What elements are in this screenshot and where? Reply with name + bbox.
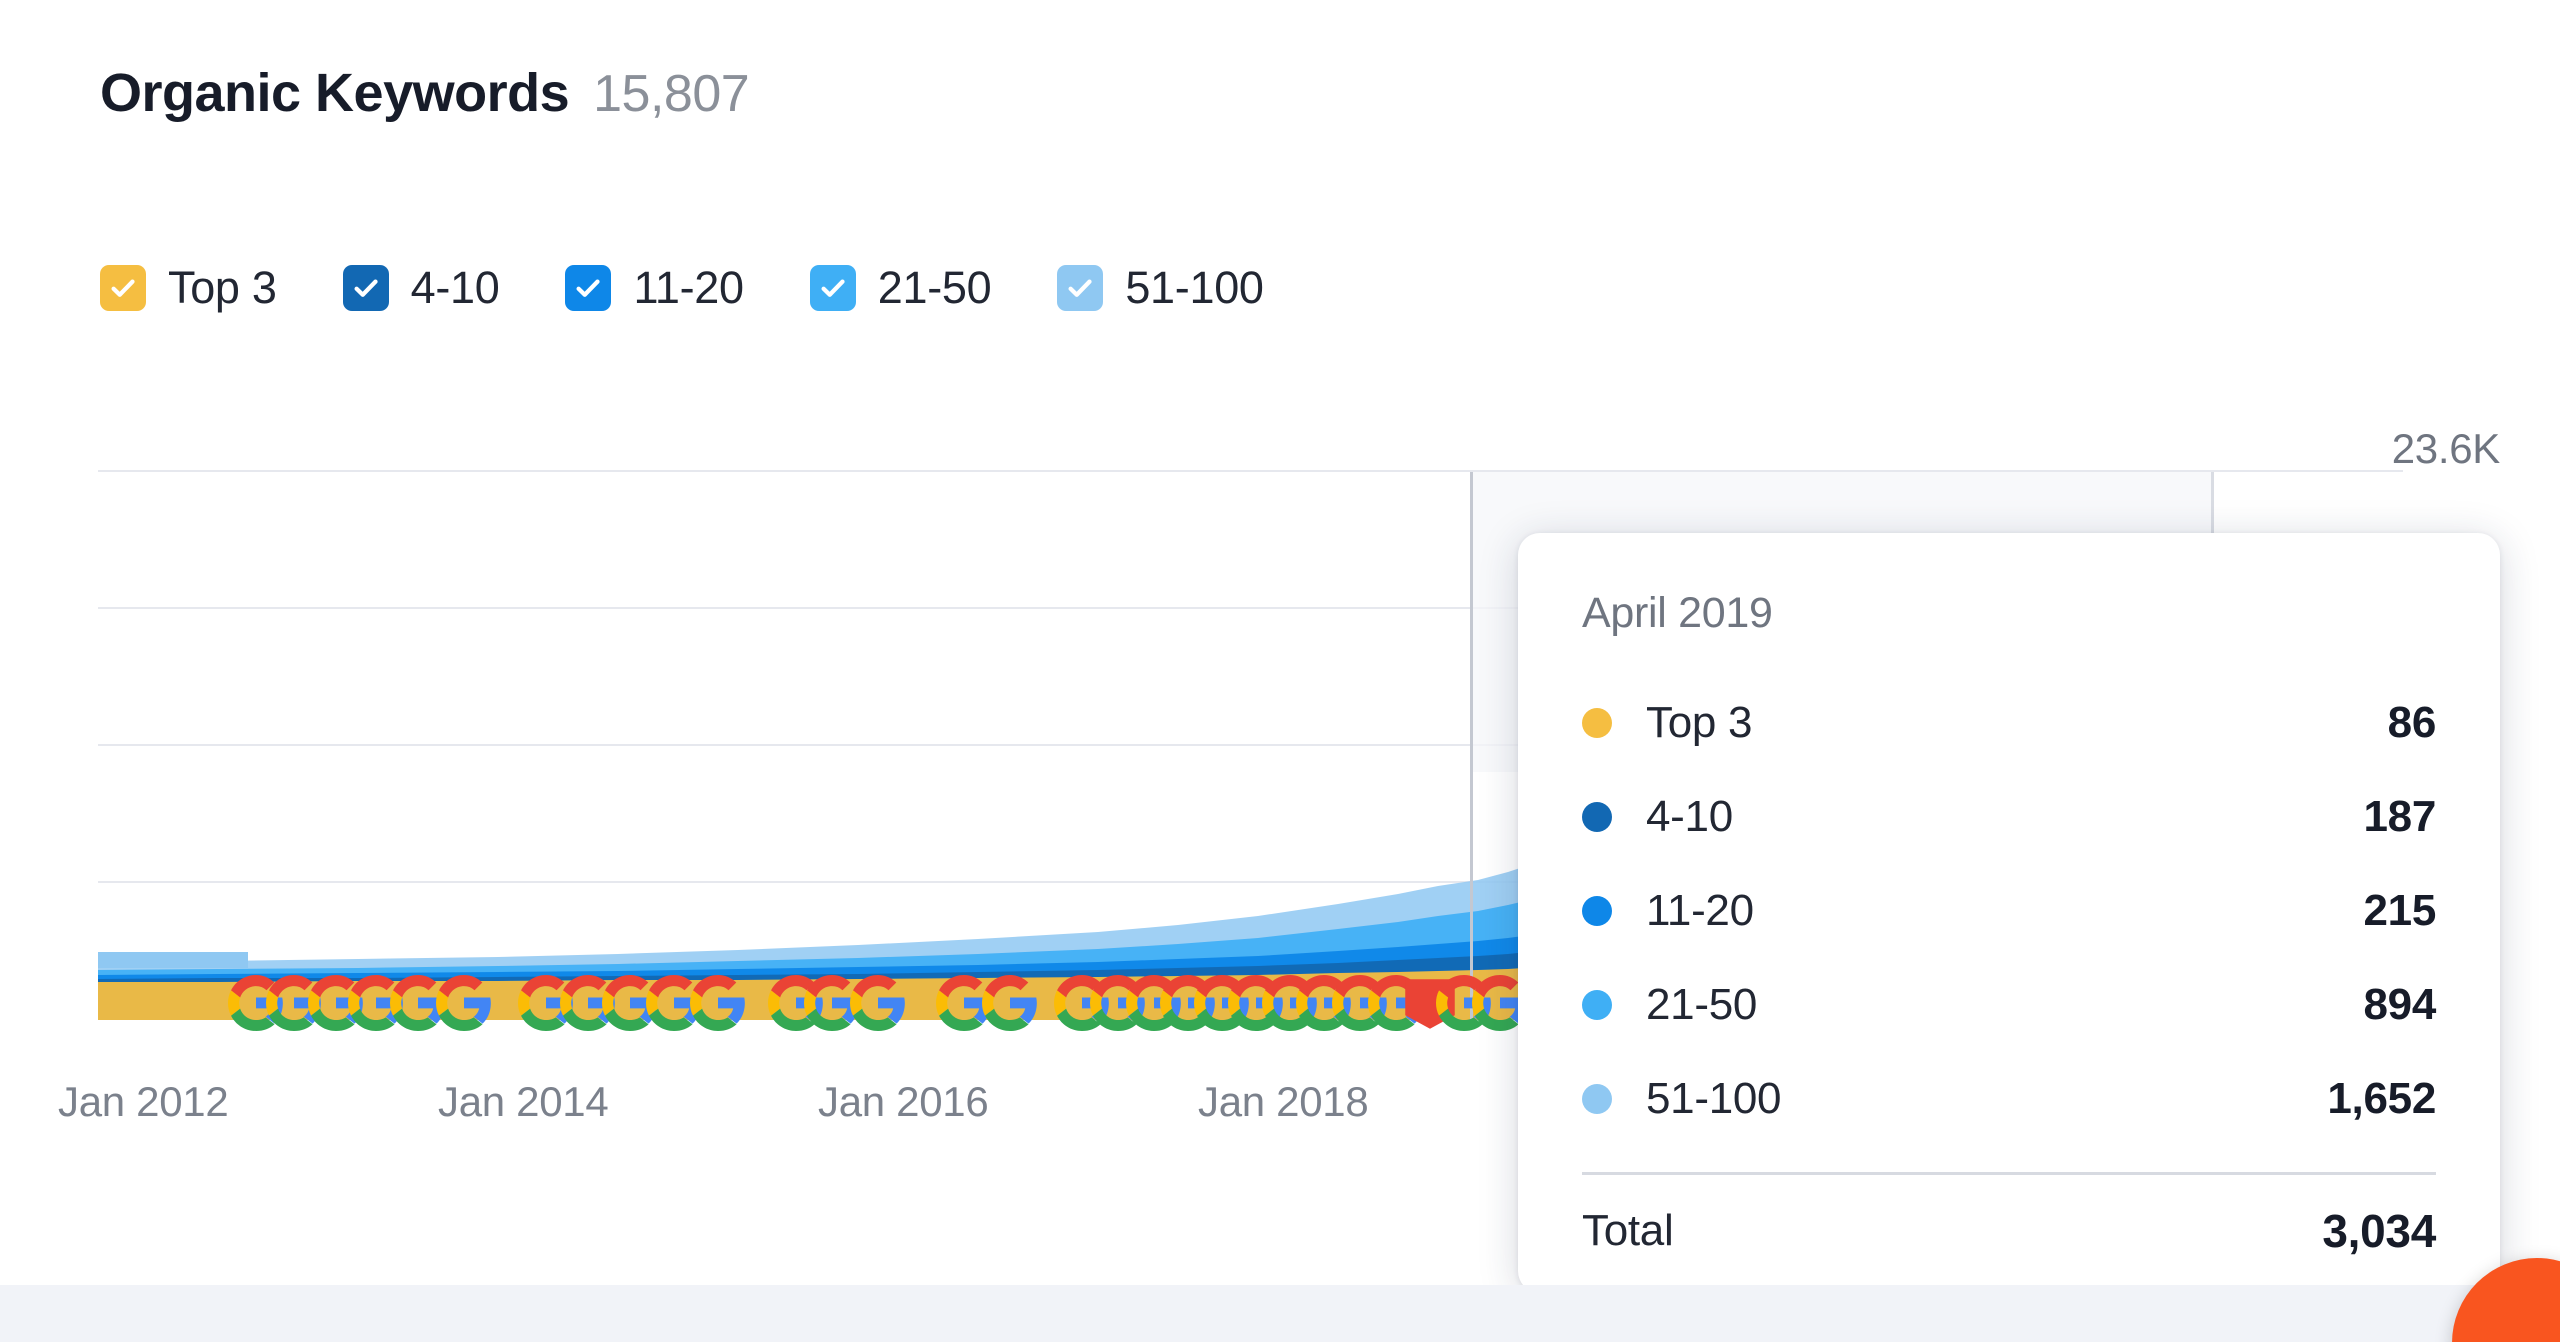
tooltip-total-label: Total [1582,1206,1674,1255]
legend-item-top-3[interactable]: Top 3 [100,262,277,314]
tooltip-row-value: 894 [2363,980,2436,1029]
tooltip-row: 21-50 894 [1582,958,2436,1052]
legend-label-4-10: 4-10 [410,262,500,313]
tooltip-row-value: 86 [2387,698,2437,747]
check-icon [1068,279,1092,297]
series-dot-51-100 [1582,1084,1612,1114]
x-axis-tick-label: Jan 2014 [438,1078,609,1125]
checkbox-21-50[interactable] [809,265,856,311]
keyword-count: 15,807 [593,65,750,123]
page-title: Organic Keywords 15,807 [100,62,750,124]
tooltip-row: 4-10 187 [1582,770,2436,864]
tooltip-rows: Top 3 86 4-10 187 11-20 215 21-50 894 51… [1582,676,2436,1146]
chart-crosshair-line [1470,472,1473,1020]
legend-item-11-20[interactable]: 11-20 [565,262,744,314]
tooltip-row-label: 51-100 [1646,1074,1782,1123]
checkbox-51-100[interactable] [1057,265,1104,311]
tooltip-total-value: 3,034 [2322,1205,2436,1257]
tooltip-row-value: 1,652 [2327,1074,2436,1123]
legend-label-21-50: 21-50 [877,262,992,313]
checkbox-11-20[interactable] [565,265,612,311]
check-icon [111,279,135,297]
x-axis-tick-label: Jan 2016 [818,1078,989,1125]
x-axis-tick-label: Jan 2018 [1198,1078,1369,1125]
series-dot-11-20 [1582,896,1612,926]
tooltip-date: April 2019 [1582,589,1773,637]
tooltip-row-label: 11-20 [1646,886,1754,935]
tooltip-row: 11-20 215 [1582,864,2436,958]
chart-tooltip: April 2019 Top 3 86 4-10 187 11-20 215 2… [1518,533,2500,1285]
tooltip-row-label: 4-10 [1646,792,1733,841]
page-root: Organic Keywords 15,807 Top 3 4-10 11-20… [0,0,2560,1342]
tooltip-row-value: 187 [2363,792,2436,841]
tooltip-row-value: 215 [2363,886,2436,935]
y-axis-max-label: 23.6K [2391,425,2501,472]
tooltip-row-label: 21-50 [1646,980,1758,1029]
series-legend: Top 3 4-10 11-20 21-50 51-100 [100,262,1264,314]
page-title-text: Organic Keywords [100,63,570,123]
legend-label-top-3: Top 3 [168,262,277,313]
page-background-bottom [0,1285,2560,1342]
x-axis-tick-label: Jan 2012 [58,1078,229,1125]
check-icon [821,279,845,297]
tooltip-row: 51-100 1,652 [1582,1052,2436,1146]
check-icon [354,279,378,297]
tooltip-total-row: Total 3,034 [1582,1175,2436,1285]
tooltip-row: Top 3 86 [1582,676,2436,770]
legend-label-11-20: 11-20 [633,262,744,313]
series-dot-4-10 [1582,802,1612,832]
organic-keywords-card: Organic Keywords 15,807 Top 3 4-10 11-20… [0,0,2560,1285]
tooltip-row-label: Top 3 [1646,698,1753,747]
checkbox-top-3[interactable] [100,265,146,311]
legend-item-4-10[interactable]: 4-10 [342,262,500,314]
legend-item-21-50[interactable]: 21-50 [809,262,992,314]
legend-label-51-100: 51-100 [1125,262,1264,313]
check-icon [576,279,601,297]
series-dot-21-50 [1582,990,1612,1020]
checkbox-4-10[interactable] [342,265,389,311]
series-dot-top-3 [1582,708,1612,738]
legend-item-51-100[interactable]: 51-100 [1057,262,1264,314]
